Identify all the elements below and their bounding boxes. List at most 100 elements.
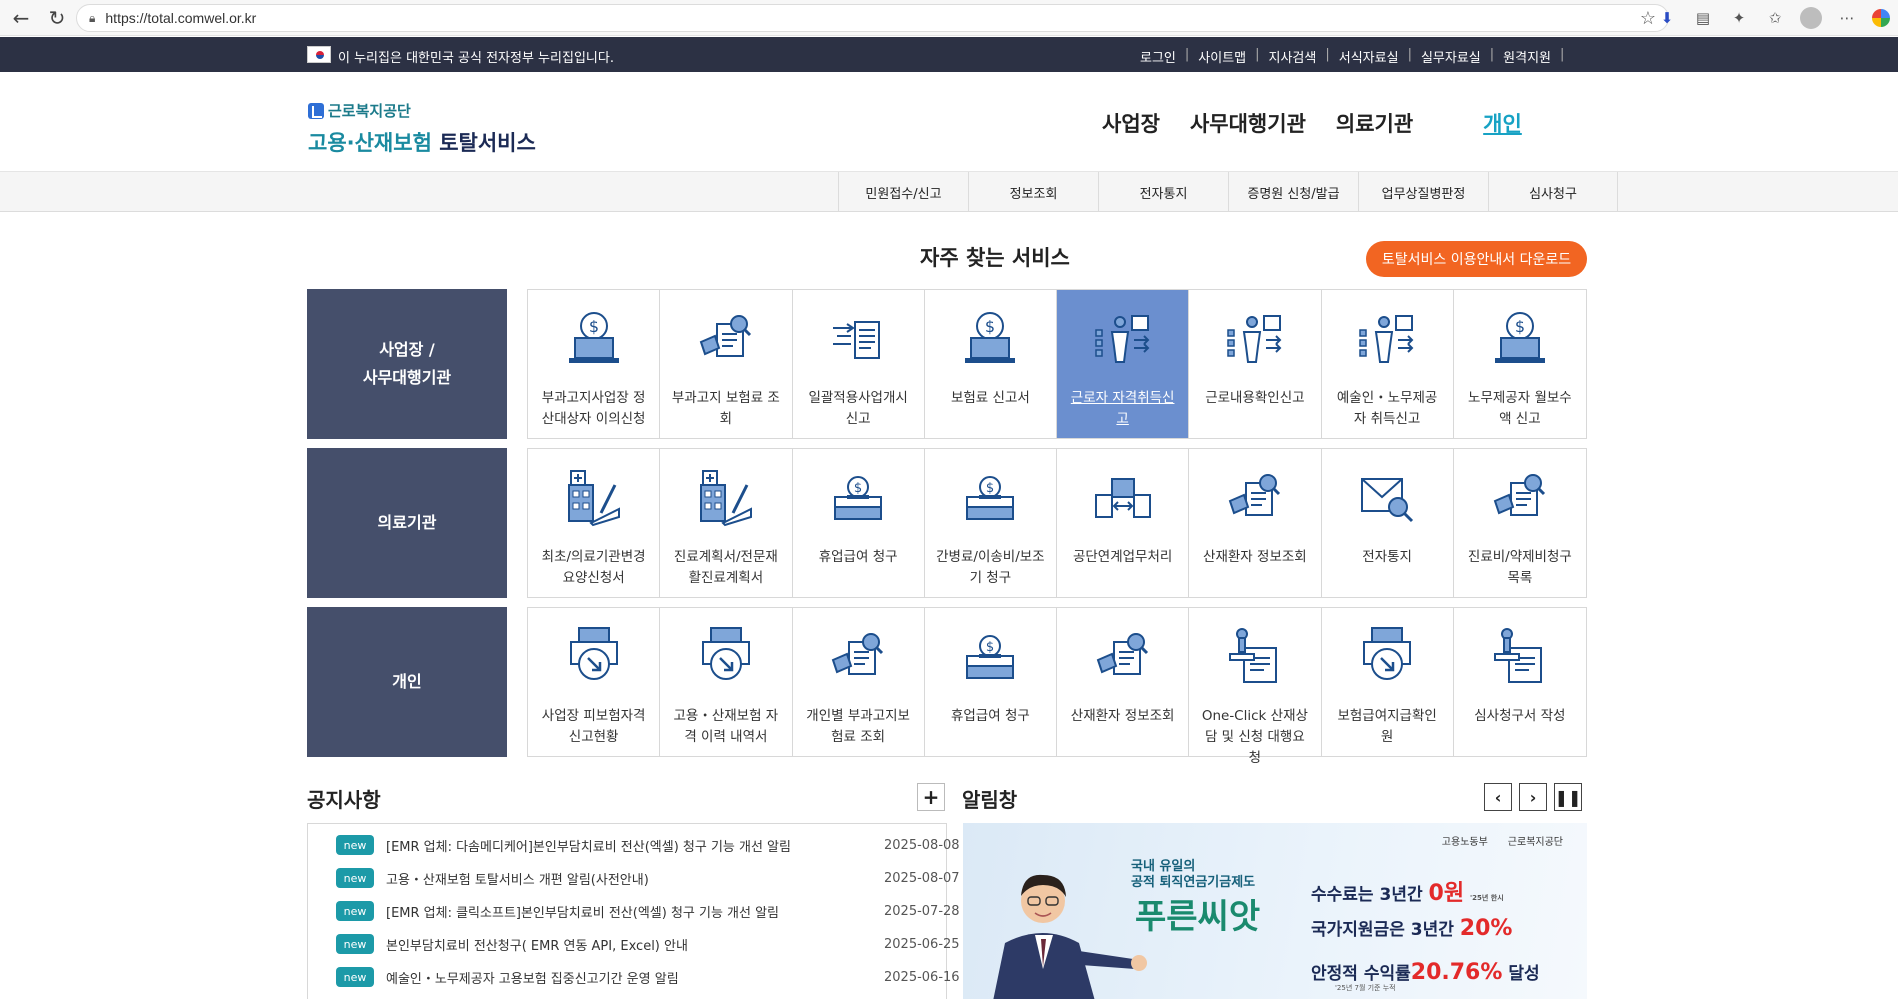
service-tile[interactable]: One-Click 산재상담 및 신청 대행요청 <box>1189 608 1322 766</box>
service-tile[interactable]: 진료비/약제비청구목록 <box>1453 449 1586 597</box>
service-label: 보험료 신고서 <box>950 390 1030 406</box>
star-icon[interactable]: ☆ <box>1640 8 1656 29</box>
service-tile[interactable]: 개인별 부과고지보험료 조회 <box>792 608 925 756</box>
service-label: 일괄적용사업개시신고 <box>808 390 908 427</box>
banner-subtitle: 국내 유일의 공적 퇴직연금기금제도 <box>1131 859 1255 891</box>
service-label: 근로자 자격취득신고 <box>1070 390 1175 427</box>
arrow-left-icon[interactable]: ← <box>6 3 36 33</box>
link-sitemap[interactable]: 사이트맵 <box>1198 47 1246 66</box>
banner-line3-note: '25년 7월 기준 누적 <box>1335 984 1396 992</box>
site-info-icon[interactable]: 🔒︎ <box>89 11 95 26</box>
address-bar[interactable]: 🔒︎ https://total.comwel.or.kr ☆ <box>76 4 1669 32</box>
service-tile[interactable]: $ 휴업급여 청구 <box>792 449 925 597</box>
browser-tools: ⬇ ▤ ✦ ✩ ⋯ <box>1656 4 1890 32</box>
subnav-enotice[interactable]: 전자통지 <box>1098 172 1228 212</box>
new-badge: new <box>336 868 374 888</box>
banner-org1: 고용노동부 <box>1441 837 1488 848</box>
svg-text:$: $ <box>986 640 994 655</box>
service-label: One-Click 산재상담 및 신청 대행요청 <box>1201 708 1308 766</box>
service-tile[interactable]: $ 보험료 신고서 <box>924 290 1057 438</box>
banner-line1: 수수료는 3년간 0원 '25년 한시 <box>1311 881 1504 906</box>
service-tile[interactable]: 사업장 피보험자격 신고현황 <box>528 608 661 756</box>
read-mode-icon[interactable]: ▤ <box>1692 7 1714 29</box>
link-login[interactable]: 로그인 <box>1140 47 1176 66</box>
nav-agency[interactable]: 사무대행기관 <box>1190 108 1306 138</box>
service-tile[interactable]: $ 간병료/이송비/보조기 청구 <box>924 449 1057 597</box>
notice-title[interactable]: [EMR 업체: 다솜메디케어]본인부담치료비 전산(엑셀) 청구 기능 개선 … <box>386 836 856 855</box>
site-logo[interactable]: 근로복지공단 고용·산재보험 토탈서비스 <box>308 100 536 157</box>
link-forms[interactable]: 서식자료실 <box>1339 47 1399 66</box>
worker-chart-icon <box>1222 306 1288 376</box>
subnav-certificate[interactable]: 증명원 신청/발급 <box>1228 172 1358 212</box>
nav-medical[interactable]: 의료기관 <box>1336 108 1413 138</box>
service-label: 사업장 피보험자격 신고현황 <box>541 708 646 745</box>
service-tile[interactable]: $ 노무제공자 월보수액 신고 <box>1453 290 1586 438</box>
notice-title[interactable]: 고용・산재보험 토탈서비스 개편 알림(사전안내) <box>386 869 856 888</box>
banner-org2: 근로복지공단 <box>1507 837 1563 848</box>
notice-title[interactable]: [EMR 업체: 클릭소프트]본인부담치료비 전산(엑셀) 청구 기능 개선 알… <box>386 902 856 921</box>
logo-org: 근로복지공단 <box>328 102 411 120</box>
service-tile[interactable]: 공단연계업무처리 <box>1057 449 1190 597</box>
service-tile[interactable]: 최초/의료기관변경요양신청서 <box>528 449 661 597</box>
reload-icon[interactable]: ↻ <box>42 3 72 33</box>
presenter-illustration <box>993 874 1147 999</box>
notice-item[interactable]: new 예술인・노무제공자 고용보험 집중신고기간 운영 알림 2025-06-16 <box>336 967 960 987</box>
notices-more-button[interactable]: + <box>917 783 945 811</box>
service-label: 개인별 부과고지보험료 조회 <box>806 708 910 745</box>
alerts-title: 알림창 <box>962 788 1018 812</box>
notice-item[interactable]: new 본인부담치료비 전산청구( EMR 연동 API, Excel) 안내 20… <box>336 934 960 954</box>
notice-item[interactable]: new 고용・산재보험 토탈서비스 개편 알림(사전안내) 2025-08-07 <box>336 868 960 888</box>
notice-title[interactable]: 본인부담치료비 전산청구( EMR 연동 API, Excel) 안내 <box>386 935 856 954</box>
chevron-right-icon[interactable]: › <box>1519 783 1547 811</box>
favorites-icon[interactable]: ✩ <box>1764 7 1786 29</box>
hospital-pen-icon <box>693 465 759 535</box>
subnav-disease[interactable]: 업무상질병판정 <box>1358 172 1488 212</box>
chevron-left-icon[interactable]: ‹ <box>1484 783 1512 811</box>
logo-service-b: 토탈서비스 <box>439 131 536 155</box>
svg-text:$: $ <box>854 481 862 496</box>
more-icon[interactable]: ⋯ <box>1836 7 1858 29</box>
service-tile[interactable]: $ 부과고지사업장 정산대상자 이의신청 <box>528 290 661 438</box>
notice-item[interactable]: new [EMR 업체: 다솜메디케어]본인부담치료비 전산(엑셀) 청구 기능 … <box>336 835 960 855</box>
browser-toolbar: ← ↻ 🔒︎ https://total.comwel.or.kr ☆ ⬇ ▤ … <box>0 0 1898 36</box>
printer-arrow-icon <box>1354 624 1420 694</box>
service-label: 진료계획서/전문재활진료계획서 <box>673 549 778 586</box>
service-tile[interactable]: 근로자 자격취득신고 <box>1057 290 1190 438</box>
service-tile[interactable]: 산재환자 정보조회 <box>1057 608 1190 756</box>
service-tile[interactable]: 고용・산재보험 자격 이력 내역서 <box>660 608 793 756</box>
service-label: 보험급여지급확인원 <box>1337 708 1437 745</box>
url-text[interactable]: https://total.comwel.or.kr <box>105 10 256 26</box>
service-tile[interactable]: 전자통지 <box>1321 449 1454 597</box>
svg-text:$: $ <box>986 481 994 496</box>
subnav-info[interactable]: 정보조회 <box>968 172 1098 212</box>
service-tile[interactable]: 근로내용확인신고 <box>1189 290 1322 438</box>
service-tile[interactable]: $ 휴업급여 청구 <box>924 608 1057 756</box>
copilot-icon[interactable] <box>1872 9 1890 27</box>
row-heading: 개인 <box>307 607 507 757</box>
stamp-document-icon <box>1222 624 1288 694</box>
profile-icon[interactable] <box>1800 7 1822 29</box>
alert-banner[interactable]: 고용노동부 근로복지공단 국내 유일의 공적 퇴직연금기금제도 푸른씨앗 수수료… <box>963 823 1587 999</box>
link-remote[interactable]: 원격지원 <box>1503 47 1551 66</box>
service-tile[interactable]: 심사청구서 작성 <box>1453 608 1586 756</box>
service-tile[interactable]: 보험급여지급확인원 <box>1321 608 1454 756</box>
new-badge: new <box>336 835 374 855</box>
link-practice[interactable]: 실무자료실 <box>1421 47 1481 66</box>
link-branch-search[interactable]: 지사검색 <box>1269 47 1317 66</box>
guide-download-button[interactable]: 토탈서비스 이용안내서 다운로드 <box>1366 241 1587 277</box>
service-tile[interactable]: 진료계획서/전문재활진료계획서 <box>660 449 793 597</box>
nav-workplace[interactable]: 사업장 <box>1102 108 1160 138</box>
notice-title[interactable]: 예술인・노무제공자 고용보험 집중신고기간 운영 알림 <box>386 968 856 987</box>
extensions-icon[interactable]: ✦ <box>1728 7 1750 29</box>
notice-list: new [EMR 업체: 다솜메디케어]본인부담치료비 전산(엑셀) 청구 기능 … <box>307 823 960 999</box>
download-icon[interactable]: ⬇ <box>1656 7 1678 29</box>
service-tile[interactable]: 부과고지 보험료 조회 <box>660 290 793 438</box>
subnav-review[interactable]: 심사청구 <box>1488 172 1618 212</box>
service-tile[interactable]: 일괄적용사업개시신고 <box>792 290 925 438</box>
nav-personal[interactable]: 개인 <box>1483 108 1522 138</box>
service-tile[interactable]: 예술인・노무제공자 취득신고 <box>1321 290 1454 438</box>
pause-icon[interactable]: ❚❚ <box>1554 783 1582 811</box>
subnav-civil[interactable]: 민원접수/신고 <box>838 172 968 212</box>
service-tile[interactable]: 산재환자 정보조회 <box>1189 449 1322 597</box>
notice-item[interactable]: new [EMR 업체: 클릭소프트]본인부담치료비 전산(엑셀) 청구 기능 개… <box>336 901 960 921</box>
